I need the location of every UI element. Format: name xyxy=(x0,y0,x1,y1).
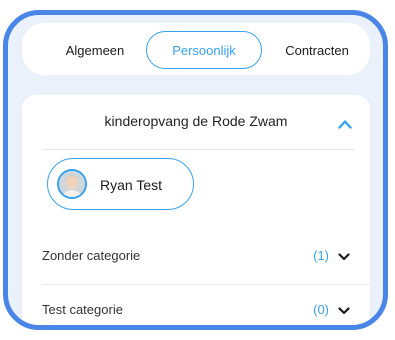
app-frame: Algemeen Persoonlijk Contracten kinderop… xyxy=(3,10,388,330)
category-count: (0) xyxy=(313,302,329,317)
category-label: Test categorie xyxy=(42,302,123,317)
child-photo-icon xyxy=(59,171,85,197)
header-divider xyxy=(42,149,354,150)
organization-header[interactable]: kinderopvang de Rode Zwam xyxy=(22,95,370,145)
person-name: Ryan Test xyxy=(100,177,162,193)
tab-bar: Algemeen Persoonlijk Contracten xyxy=(22,23,370,75)
person-chip[interactable]: Ryan Test xyxy=(47,158,194,210)
tab-contracten[interactable]: Contracten xyxy=(262,31,372,69)
chevron-down-icon[interactable] xyxy=(338,307,350,315)
tab-algemeen[interactable]: Algemeen xyxy=(40,31,150,69)
category-row-test[interactable]: Test categorie (0) xyxy=(22,284,370,325)
category-count: (1) xyxy=(313,248,329,263)
chevron-down-icon[interactable] xyxy=(338,253,350,261)
organization-name: kinderopvang de Rode Zwam xyxy=(104,113,288,129)
organization-card: kinderopvang de Rode Zwam Ryan Test Zond… xyxy=(22,95,370,325)
category-label: Zonder categorie xyxy=(42,248,141,263)
chevron-up-icon[interactable] xyxy=(338,119,352,129)
tab-persoonlijk[interactable]: Persoonlijk xyxy=(146,31,262,69)
category-row-zonder[interactable]: Zonder categorie (1) xyxy=(22,230,370,285)
avatar xyxy=(57,169,87,199)
